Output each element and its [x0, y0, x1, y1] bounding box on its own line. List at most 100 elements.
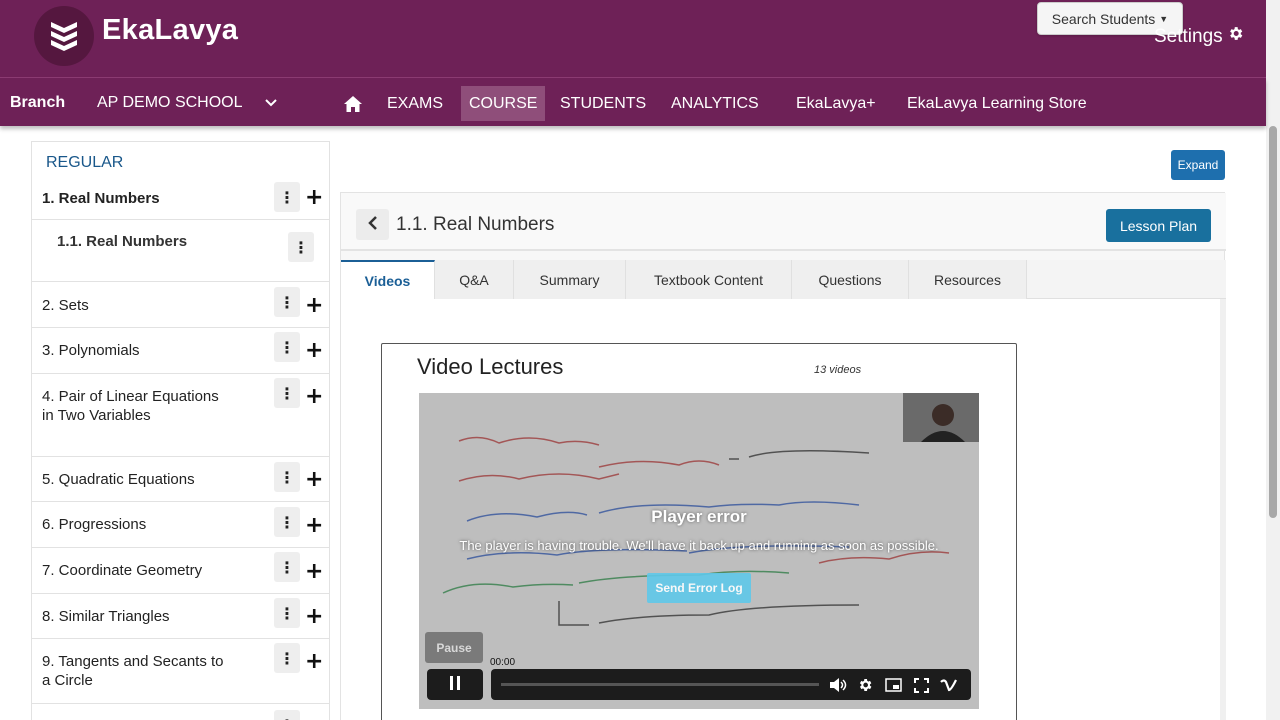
search-students-label: Search Students	[1051, 10, 1156, 27]
more-options-icon[interactable]: ⋮	[274, 552, 300, 582]
time-tooltip: 00:00	[490, 657, 516, 668]
player-error-message: The player is having trouble. We'll have…	[459, 538, 939, 553]
main-navbar: Branch AP DEMO SCHOOL EXAMS COURSE STUDE…	[0, 78, 1266, 126]
chapter-label[interactable]: 5. Quadratic Equations	[42, 470, 242, 489]
progress-bar[interactable]	[501, 683, 819, 686]
fullscreen-icon[interactable]	[910, 674, 932, 696]
chapter-sidebar: REGULAR 1. Real Numbers ⋮ + 1.1. Real Nu…	[31, 141, 330, 720]
tab-textbook-content[interactable]: Textbook Content	[626, 260, 792, 299]
lesson-panel: 1.1. Real Numbers Lesson Plan Videos Q&A…	[340, 192, 1226, 720]
branch-value: AP DEMO SCHOOL	[97, 94, 243, 111]
add-icon[interactable]: +	[305, 651, 323, 673]
add-icon[interactable]: +	[305, 561, 323, 583]
chapter-label[interactable]: 6. Progressions	[42, 515, 242, 534]
add-icon[interactable]: +	[305, 606, 323, 628]
pause-icon	[449, 675, 461, 694]
settings-link[interactable]: Settings	[1154, 25, 1244, 48]
tab-qa[interactable]: Q&A	[435, 260, 514, 299]
chapter-item[interactable]: 1. Real Numbers ⋮ +	[32, 178, 329, 220]
lesson-header: 1.1. Real Numbers Lesson Plan	[341, 193, 1226, 251]
add-icon[interactable]: +	[305, 295, 323, 317]
caret-down-icon: ▼	[1159, 13, 1169, 24]
brand-name[interactable]: EkaLavya	[102, 14, 238, 47]
branch-label: Branch	[10, 94, 66, 111]
chapter-label[interactable]: 2. Sets	[42, 296, 242, 315]
nav-students[interactable]: STUDENTS	[552, 86, 654, 121]
settings-gear-icon[interactable]	[854, 674, 876, 696]
chapter-item[interactable]: 9. Tangents and Secants to a Circle ⋮ +	[32, 639, 329, 704]
pause-tooltip: Pause	[425, 632, 483, 663]
presenter-webcam-image	[903, 393, 979, 442]
tab-videos[interactable]: Videos	[341, 260, 435, 299]
tab-questions[interactable]: Questions	[792, 260, 909, 299]
content-scrollbar[interactable]	[1220, 299, 1226, 720]
nav-course[interactable]: COURSE	[461, 86, 546, 121]
chapter-item[interactable]: 5. Quadratic Equations ⋮ +	[32, 457, 329, 502]
player-error-title: Player error	[651, 507, 747, 526]
chapter-label[interactable]: 9. Tangents and Secants to a Circle	[42, 652, 232, 690]
expand-button[interactable]: Expand	[1171, 150, 1225, 180]
nav-ekalavya-plus[interactable]: EkaLavya+	[788, 86, 884, 121]
chapter-label[interactable]: 1. Real Numbers	[42, 189, 242, 208]
chapter-label[interactable]: 4. Pair of Linear Equations in Two Varia…	[42, 387, 222, 425]
video-player[interactable]: Player error The player is having troubl…	[419, 393, 979, 709]
video-count: 13 videos	[814, 364, 862, 376]
more-options-icon[interactable]: ⋮	[274, 643, 300, 673]
page-scroll-thumb[interactable]	[1269, 126, 1277, 518]
more-options-icon[interactable]: ⋮	[274, 462, 300, 492]
home-icon[interactable]	[335, 86, 371, 121]
chapter-item[interactable]: 7. Coordinate Geometry ⋮ +	[32, 548, 329, 594]
back-button[interactable]	[356, 209, 389, 240]
video-lectures-card: Video Lectures 13 videos Player error Th…	[381, 343, 1017, 720]
chapter-item[interactable]: 3. Polynomials ⋮ +	[32, 328, 329, 374]
send-error-log-button[interactable]: Send Error Log	[647, 573, 751, 603]
picture-in-picture-icon[interactable]	[882, 674, 904, 696]
sidebar-header: REGULAR	[46, 154, 124, 171]
chevron-down-icon	[264, 94, 277, 112]
chapter-item[interactable]: 2. Sets ⋮ +	[32, 282, 329, 328]
add-icon[interactable]: +	[305, 469, 323, 491]
vimeo-logo-icon[interactable]	[938, 674, 960, 696]
lesson-plan-button[interactable]: Lesson Plan	[1106, 209, 1211, 242]
page-scrollbar[interactable]	[1266, 0, 1280, 720]
chapter-item[interactable]: 8. Similar Triangles ⋮ +	[32, 594, 329, 639]
top-header: EkaLavya Search Students ▼ Settings	[0, 0, 1266, 78]
lesson-tabs: Videos Q&A Summary Textbook Content Ques…	[341, 260, 1226, 299]
more-options-icon[interactable]: ⋮	[274, 507, 300, 537]
add-icon[interactable]: +	[305, 187, 323, 209]
more-options-icon[interactable]: ⋮	[274, 182, 300, 212]
add-icon[interactable]: +	[305, 340, 323, 362]
chapter-item[interactable]: 6. Progressions ⋮ +	[32, 502, 329, 548]
branch-select[interactable]: AP DEMO SCHOOL	[97, 94, 277, 112]
more-options-icon[interactable]: ⋮	[274, 287, 300, 317]
more-options-icon[interactable]: ⋮	[274, 332, 300, 362]
chapter-label[interactable]: 8. Similar Triangles	[42, 607, 242, 626]
gear-icon	[1227, 25, 1244, 48]
settings-label: Settings	[1154, 25, 1223, 47]
pause-button[interactable]	[427, 669, 483, 700]
add-icon[interactable]: +	[305, 386, 323, 408]
subchapter-item[interactable]: 1.1. Real Numbers ⋮	[32, 220, 329, 282]
tab-summary[interactable]: Summary	[514, 260, 626, 299]
tab-resources[interactable]: Resources	[909, 260, 1027, 299]
add-icon[interactable]: +	[305, 515, 323, 537]
videos-tab-content: Video Lectures 13 videos Player error Th…	[341, 299, 1222, 720]
nav-analytics[interactable]: ANALYTICS	[663, 86, 767, 121]
logo-icon[interactable]	[34, 6, 94, 66]
player-control-bar	[491, 669, 971, 700]
chapter-label[interactable]: 7. Coordinate Geometry	[42, 561, 242, 580]
video-lectures-title: Video Lectures	[417, 354, 564, 379]
more-options-icon[interactable]: ⋮	[274, 598, 300, 628]
lesson-title: 1.1. Real Numbers	[396, 214, 555, 235]
nav-learning-store[interactable]: EkaLavya Learning Store	[899, 86, 1095, 121]
chapter-item[interactable]: ⋮	[32, 704, 329, 720]
chapter-label[interactable]: 3. Polynomials	[42, 341, 242, 360]
subchapter-label[interactable]: 1.1. Real Numbers	[57, 232, 257, 251]
chapter-item[interactable]: 4. Pair of Linear Equations in Two Varia…	[32, 374, 329, 457]
chevron-left-icon	[367, 215, 378, 234]
nav-exams[interactable]: EXAMS	[379, 86, 451, 121]
more-options-icon[interactable]: ⋮	[274, 378, 300, 408]
more-options-icon[interactable]: ⋮	[274, 710, 300, 720]
volume-icon[interactable]	[827, 674, 849, 696]
more-options-icon[interactable]: ⋮	[288, 232, 314, 262]
